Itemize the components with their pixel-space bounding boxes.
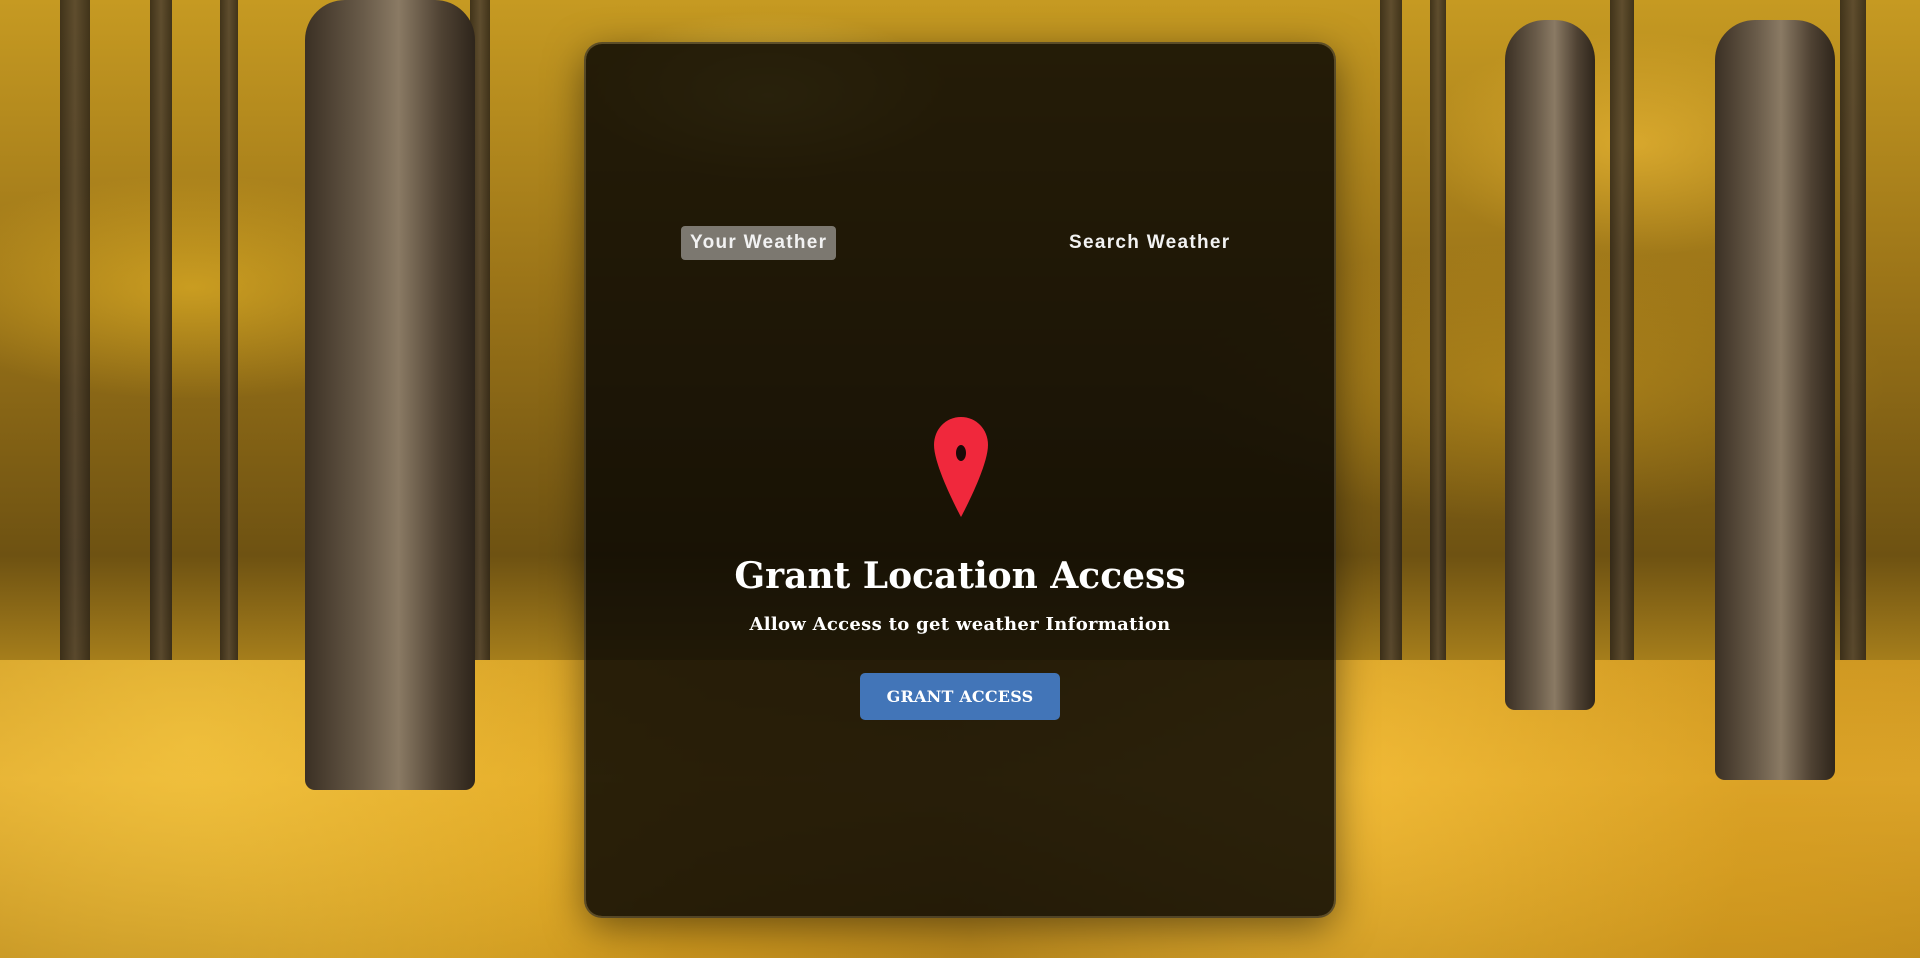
grant-access-subtitle: Allow Access to get weather Information (749, 614, 1171, 635)
location-pin-icon (934, 417, 988, 517)
background-tree (1610, 0, 1634, 710)
tree-trunk-far-right (1715, 20, 1835, 780)
grant-access-button[interactable]: GRANT ACCESS (860, 673, 1060, 720)
background-tree (1840, 0, 1866, 710)
grant-access-title: Grant Location Access (734, 555, 1186, 597)
background-tree (60, 0, 90, 720)
tab-search-weather[interactable]: Search Weather (1060, 226, 1239, 260)
large-tree-trunk-left (305, 0, 475, 790)
tab-your-weather[interactable]: Your Weather (681, 226, 837, 260)
tree-trunk-right (1505, 20, 1595, 710)
